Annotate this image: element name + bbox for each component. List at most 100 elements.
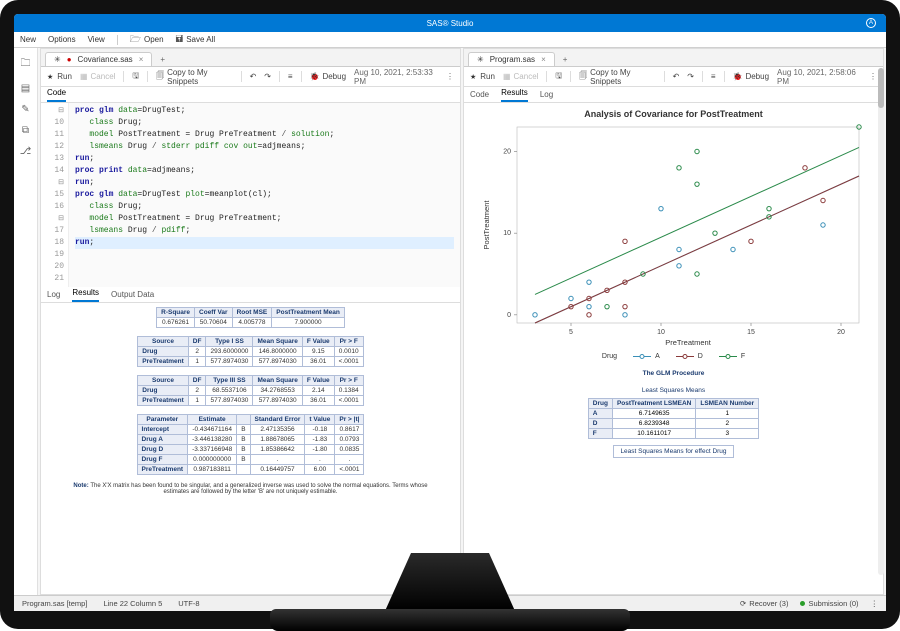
svg-text:10: 10 [503, 230, 511, 237]
debug-label: Debug [322, 72, 346, 81]
lsmeans-effect-button[interactable]: Least Squares Means for effect Drug [613, 445, 733, 458]
save-icon[interactable]: 🖫 [132, 70, 139, 84]
subtab-code[interactable]: Code [470, 90, 489, 102]
status-overflow-icon[interactable]: ⋮ [871, 599, 879, 608]
run-button[interactable]: Run [470, 72, 495, 81]
chart-legend: Drug A D F [602, 351, 745, 360]
toolbar-divider [123, 71, 124, 82]
menu-divider [117, 35, 118, 45]
format-icon[interactable]: ≡ [711, 72, 716, 81]
subtab-output-data[interactable]: Output Data [111, 290, 154, 302]
copy-snippets-button[interactable]: 🗐 Copy to My Snippets [579, 68, 656, 86]
ancova-scatter-chart: 510152001020PreTreatmentPostTreatment [479, 121, 869, 351]
lsmean-table: DrugPostTreatment LSMEANLSMEAN NumberA6.… [588, 398, 759, 439]
files-icon[interactable]: 🗀 [21, 56, 31, 73]
debug-label: Debug [745, 72, 769, 81]
new-tab-button[interactable]: + [557, 53, 574, 66]
recover-label: Recover (3) [749, 599, 788, 608]
tab-covariance[interactable]: ✳ ● Covariance.sas × [45, 52, 152, 66]
menu-saveall-label: Save All [186, 35, 215, 44]
git-icon[interactable]: ⎇ [20, 146, 32, 157]
parameters-table: ParameterEstimateStandard Errort ValuePr… [137, 414, 365, 475]
svg-text:20: 20 [837, 329, 845, 336]
copy-snippets-button[interactable]: 🗐 Copy to My Snippets [156, 68, 233, 86]
status-recover[interactable]: ⟳ Recover (3) [740, 599, 788, 608]
svg-text:15: 15 [747, 329, 755, 336]
status-file: Program.sas [temp] [22, 599, 87, 608]
menu-options[interactable]: Options [48, 35, 76, 44]
tab-program[interactable]: ✳ Program.sas × [468, 52, 555, 66]
cancel-label: Cancel [91, 72, 116, 81]
toolbar-divider [279, 71, 280, 82]
run-timestamp: Aug 10, 2021, 2:58:06 PM [777, 68, 861, 86]
cancel-button: ▦ Cancel [80, 72, 115, 81]
proc-subtitle: Least Squares Means [642, 387, 705, 394]
run-glyph-icon: ✳ [477, 55, 484, 64]
left-subtabs: Code [41, 87, 460, 103]
undo-icon[interactable]: ↶ [673, 72, 680, 81]
new-tab-button[interactable]: + [154, 53, 171, 66]
status-submission[interactable]: Submission (0) [800, 599, 858, 608]
debug-button[interactable]: 🐞 Debug [309, 72, 346, 81]
toolbar-divider [147, 71, 148, 82]
tab-close-icon[interactable]: × [139, 55, 144, 64]
chart-title: Analysis of Covariance for PostTreatment [584, 109, 763, 119]
menu-bar: New Options View 🗁Open 🖬Save All [14, 32, 886, 48]
legend-item: F [719, 353, 745, 360]
note-text: Note: The X'X matrix has been found to b… [71, 483, 431, 495]
svg-text:PostTreatment: PostTreatment [482, 200, 491, 250]
legend-item: A [633, 353, 660, 360]
right-subtabs: Code Results Log [464, 87, 883, 103]
status-bar: Program.sas [temp] Line 22 Column 5 UTF-… [14, 595, 886, 611]
toolbar-overflow-icon[interactable]: ⋮ [446, 72, 454, 81]
tab-close-icon[interactable]: × [541, 55, 546, 64]
toolbar-divider [724, 71, 725, 82]
tasks-icon[interactable]: ⧉ [22, 125, 29, 136]
folder-open-icon: 🗁 [130, 32, 141, 48]
redo-icon[interactable]: ↷ [687, 72, 694, 81]
save-icon[interactable]: 🖫 [555, 70, 562, 84]
cancel-label: Cancel [514, 72, 539, 81]
toolbar-divider [664, 71, 665, 82]
format-icon[interactable]: ≡ [288, 72, 293, 81]
anova-type3-table: SourceDFType III SSMean SquareF ValuePr … [137, 375, 363, 406]
toolbar-divider [570, 71, 571, 82]
user-avatar-icon[interactable]: A [866, 18, 876, 28]
menu-view[interactable]: View [88, 35, 105, 44]
subtab-code[interactable]: Code [47, 88, 66, 102]
summary-table: R-SquareCoeff VarRoot MSEPostTreatment M… [156, 307, 345, 328]
legend-title: Drug [602, 353, 617, 360]
dirty-indicator: ● [67, 55, 72, 64]
subtab-results[interactable]: Results [501, 88, 528, 102]
subtab-results[interactable]: Results [72, 288, 99, 302]
debug-button[interactable]: 🐞 Debug [732, 72, 769, 81]
svg-text:10: 10 [657, 329, 665, 336]
menu-save-all[interactable]: 🖬Save All [176, 32, 216, 48]
run-button[interactable]: Run [47, 72, 72, 81]
vertical-scrollbar[interactable] [878, 68, 884, 575]
redo-icon[interactable]: ↷ [264, 72, 271, 81]
submission-label: Submission (0) [808, 599, 858, 608]
app-title: SAS® Studio [427, 19, 474, 28]
code-editor[interactable]: ⊟ 10 11 12 13 14⊟ 15 16⊟ 17 18 19 20 21p… [41, 103, 460, 287]
menu-new[interactable]: New [20, 35, 36, 44]
snippets-icon[interactable]: ✎ [21, 104, 29, 115]
left-file-tabs: ✳ ● Covariance.sas × + [41, 49, 460, 67]
left-toolbar: Run ▦ Cancel 🖫 🗐 Copy to My Snippets ↶ ↷… [41, 67, 460, 87]
subtab-log[interactable]: Log [540, 90, 553, 102]
right-toolbar: Run ▦ Cancel 🖫 🗐 Copy to My Snippets ↶ ↷… [464, 67, 883, 87]
toolbar-divider [546, 71, 547, 82]
scroll-thumb[interactable] [878, 68, 884, 108]
legend-item: D [676, 353, 703, 360]
menu-open[interactable]: 🗁Open [130, 32, 164, 48]
toolbar-divider [702, 71, 703, 82]
toolbar-divider [241, 71, 242, 82]
save-all-icon: 🖬 [176, 32, 184, 48]
svg-text:PreTreatment: PreTreatment [665, 338, 711, 347]
subtab-log[interactable]: Log [47, 290, 60, 302]
undo-icon[interactable]: ↶ [250, 72, 257, 81]
run-timestamp: Aug 10, 2021, 2:53:33 PM [354, 68, 438, 86]
toolbar-overflow-icon[interactable]: ⋮ [869, 72, 877, 81]
library-icon[interactable]: ▤ [21, 83, 30, 94]
right-file-tabs: ✳ Program.sas × + [464, 49, 883, 67]
